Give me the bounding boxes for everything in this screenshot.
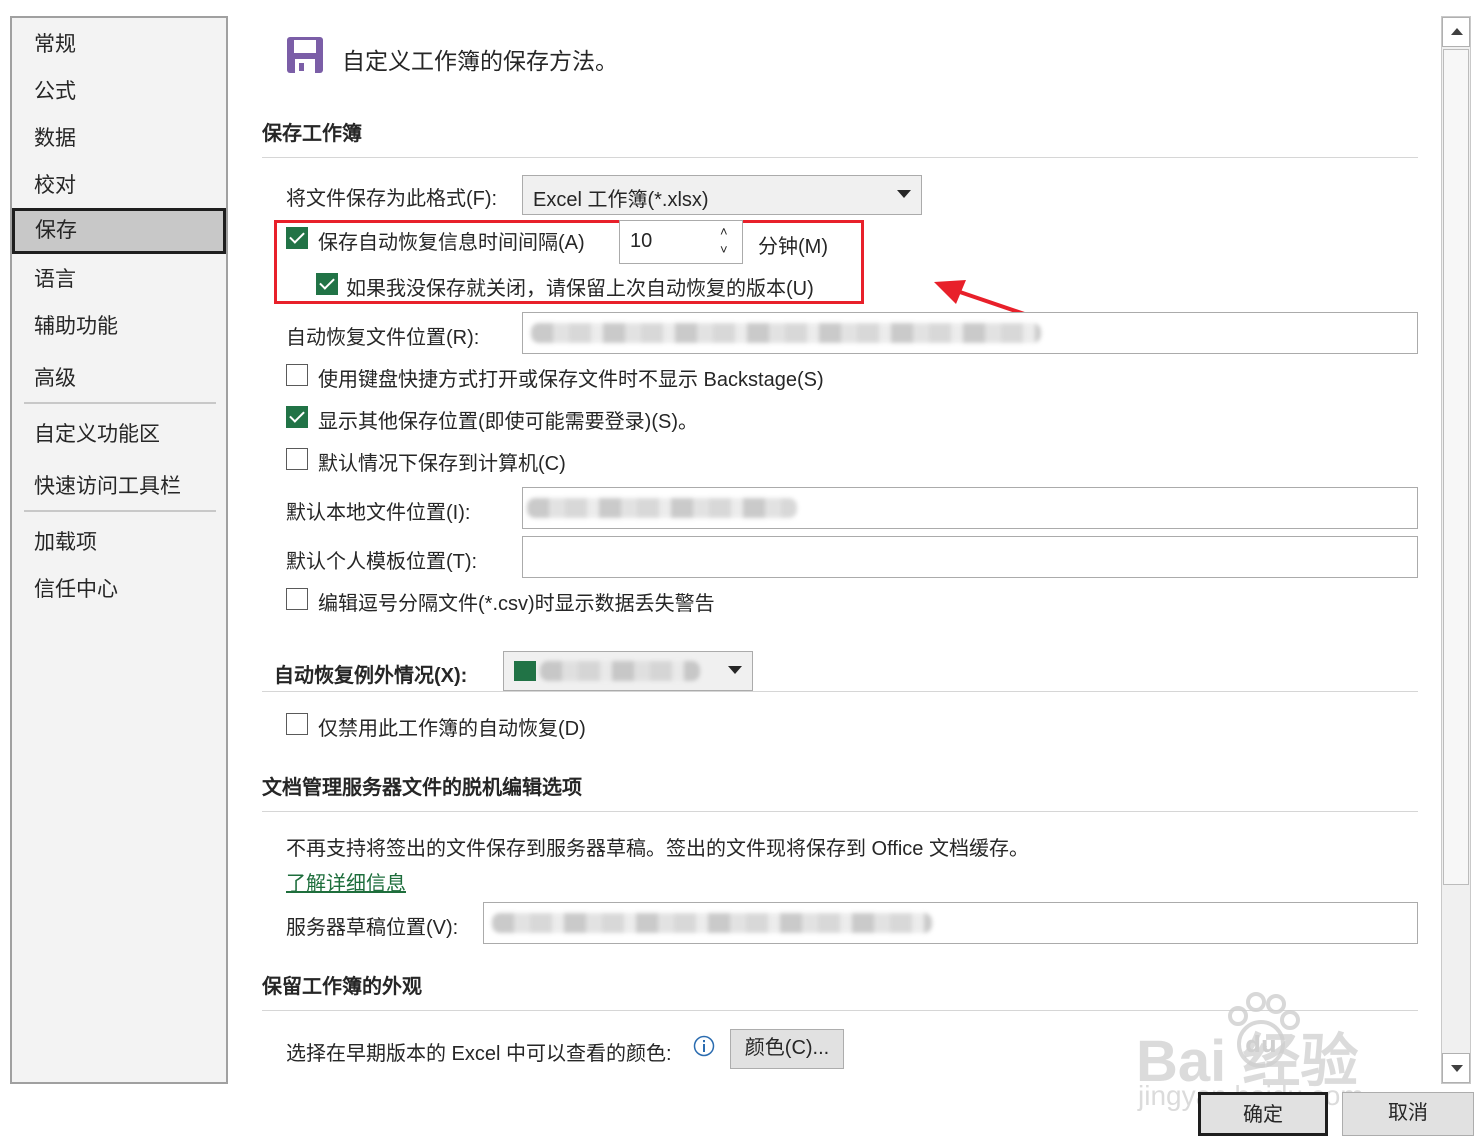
redacted-path bbox=[531, 323, 1041, 343]
section-divider bbox=[262, 157, 1418, 158]
section-title-appearance: 保留工作簿的外观 bbox=[262, 976, 422, 998]
sidebar-item-customize-ribbon[interactable]: 自定义功能区 bbox=[34, 418, 160, 448]
csv-warning-checkbox[interactable] bbox=[286, 588, 308, 610]
section-title-offline-editing: 文档管理服务器文件的脱机编辑选项 bbox=[262, 777, 582, 799]
chevron-down-icon bbox=[897, 190, 911, 198]
info-icon[interactable] bbox=[693, 1035, 715, 1057]
colors-label: 选择在早期版本的 Excel 中可以查看的颜色: bbox=[286, 1043, 672, 1065]
sidebar-item-proofing[interactable]: 校对 bbox=[34, 169, 76, 199]
offline-info-text: 不再支持将签出的文件保存到服务器草稿。签出的文件现将保存到 Office 文档缓… bbox=[286, 838, 1029, 860]
default-local-location-label: 默认本地文件位置(I): bbox=[286, 502, 471, 524]
redacted-path bbox=[492, 913, 932, 933]
default-template-location-field[interactable] bbox=[522, 536, 1418, 578]
show-other-locations-label: 显示其他保存位置(即使可能需要登录)(S)。 bbox=[318, 411, 698, 433]
no-backstage-checkbox[interactable] bbox=[286, 364, 308, 386]
sidebar-divider bbox=[24, 510, 216, 512]
sidebar-item-formulas[interactable]: 公式 bbox=[34, 75, 76, 105]
section-divider bbox=[262, 691, 1418, 692]
cancel-button[interactable]: 取消 bbox=[1342, 1092, 1474, 1136]
scroll-up-button[interactable] bbox=[1442, 17, 1470, 47]
default-template-location-label: 默认个人模板位置(T): bbox=[286, 551, 478, 573]
sidebar-item-add-ins[interactable]: 加载项 bbox=[34, 526, 97, 556]
sidebar-divider bbox=[24, 402, 216, 404]
section-divider bbox=[262, 811, 1418, 812]
save-format-label: 将文件保存为此格式(F): bbox=[286, 188, 498, 210]
server-drafts-field[interactable] bbox=[483, 902, 1418, 944]
paw-logo-icon: du bbox=[1228, 992, 1300, 1068]
save-icon bbox=[287, 37, 323, 73]
disable-autorecover-checkbox[interactable] bbox=[286, 713, 308, 735]
server-drafts-label: 服务器草稿位置(V): bbox=[286, 917, 459, 939]
colors-button[interactable]: 颜色(C)... bbox=[730, 1029, 844, 1069]
stepper-up-icon[interactable]: ˄ bbox=[720, 224, 728, 239]
redacted-workbook-name bbox=[540, 661, 700, 681]
sidebar-item-advanced[interactable]: 高级 bbox=[34, 362, 76, 392]
default-local-location-field[interactable] bbox=[522, 487, 1418, 529]
save-format-dropdown[interactable]: Excel 工作簿(*.xlsx) bbox=[522, 175, 922, 215]
disable-autorecover-label: 仅禁用此工作簿的自动恢复(D) bbox=[318, 718, 586, 740]
sidebar-item-quick-access-toolbar[interactable]: 快速访问工具栏 bbox=[34, 470, 181, 500]
sidebar-item-general[interactable]: 常规 bbox=[34, 28, 76, 58]
paw-logo-text: du bbox=[1245, 1033, 1276, 1058]
save-options-panel: 自定义工作簿的保存方法。 保存工作簿 将文件保存为此格式(F): Excel 工… bbox=[228, 0, 1438, 1090]
learn-more-link[interactable]: 了解详细信息 bbox=[286, 867, 406, 896]
autorecover-location-field[interactable] bbox=[522, 312, 1418, 354]
show-other-locations-checkbox[interactable] bbox=[286, 406, 308, 428]
autorecover-checkbox[interactable] bbox=[286, 227, 308, 249]
scrollbar-thumb[interactable] bbox=[1443, 49, 1469, 885]
minutes-unit-label: 分钟(M) bbox=[758, 236, 828, 258]
save-to-computer-label: 默认情况下保存到计算机(C) bbox=[318, 453, 566, 475]
no-backstage-label: 使用键盘快捷方式打开或保存文件时不显示 Backstage(S) bbox=[318, 369, 824, 391]
autorecover-workbook-dropdown[interactable] bbox=[503, 651, 753, 691]
section-title-autorecover-exceptions: 自动恢复例外情况(X): bbox=[274, 665, 468, 687]
sidebar-item-language[interactable]: 语言 bbox=[34, 263, 76, 293]
save-format-value: Excel 工作簿(*.xlsx) bbox=[533, 189, 709, 211]
csv-warning-label: 编辑逗号分隔文件(*.csv)时显示数据丢失警告 bbox=[318, 593, 715, 615]
keep-last-version-label: 如果我没保存就关闭，请保留上次自动恢复的版本(U) bbox=[346, 278, 814, 300]
save-to-computer-checkbox[interactable] bbox=[286, 448, 308, 470]
stepper-down-icon[interactable]: ˅ bbox=[720, 242, 728, 257]
sidebar-item-save[interactable]: 保存 bbox=[12, 208, 226, 254]
excel-icon bbox=[514, 661, 536, 681]
autorecover-location-label: 自动恢复文件位置(R): bbox=[286, 327, 480, 349]
autorecover-minutes-value: 10 bbox=[630, 230, 653, 252]
scroll-down-button[interactable] bbox=[1442, 1053, 1470, 1083]
chevron-down-icon bbox=[728, 666, 742, 674]
autorecover-minutes-stepper[interactable]: 10 ˄ ˅ bbox=[619, 220, 743, 264]
chevron-down-icon bbox=[1451, 1065, 1463, 1072]
keep-last-version-checkbox[interactable] bbox=[316, 273, 338, 295]
redacted-path bbox=[527, 498, 797, 518]
vertical-scrollbar[interactable] bbox=[1441, 16, 1471, 1084]
options-sidebar: 常规 公式 数据 校对 保存 语言 辅助功能 高级 自定义功能区 快速访问工具栏… bbox=[10, 16, 228, 1084]
section-title-save-workbooks: 保存工作簿 bbox=[262, 123, 362, 145]
chevron-up-icon bbox=[1451, 28, 1463, 35]
sidebar-item-trust-center[interactable]: 信任中心 bbox=[34, 573, 118, 603]
autorecover-label: 保存自动恢复信息时间间隔(A) bbox=[318, 232, 585, 254]
ok-button[interactable]: 确定 bbox=[1198, 1092, 1328, 1136]
sidebar-item-accessibility[interactable]: 辅助功能 bbox=[34, 310, 118, 340]
sidebar-item-data[interactable]: 数据 bbox=[34, 122, 76, 152]
page-title: 自定义工作簿的保存方法。 bbox=[342, 48, 618, 74]
